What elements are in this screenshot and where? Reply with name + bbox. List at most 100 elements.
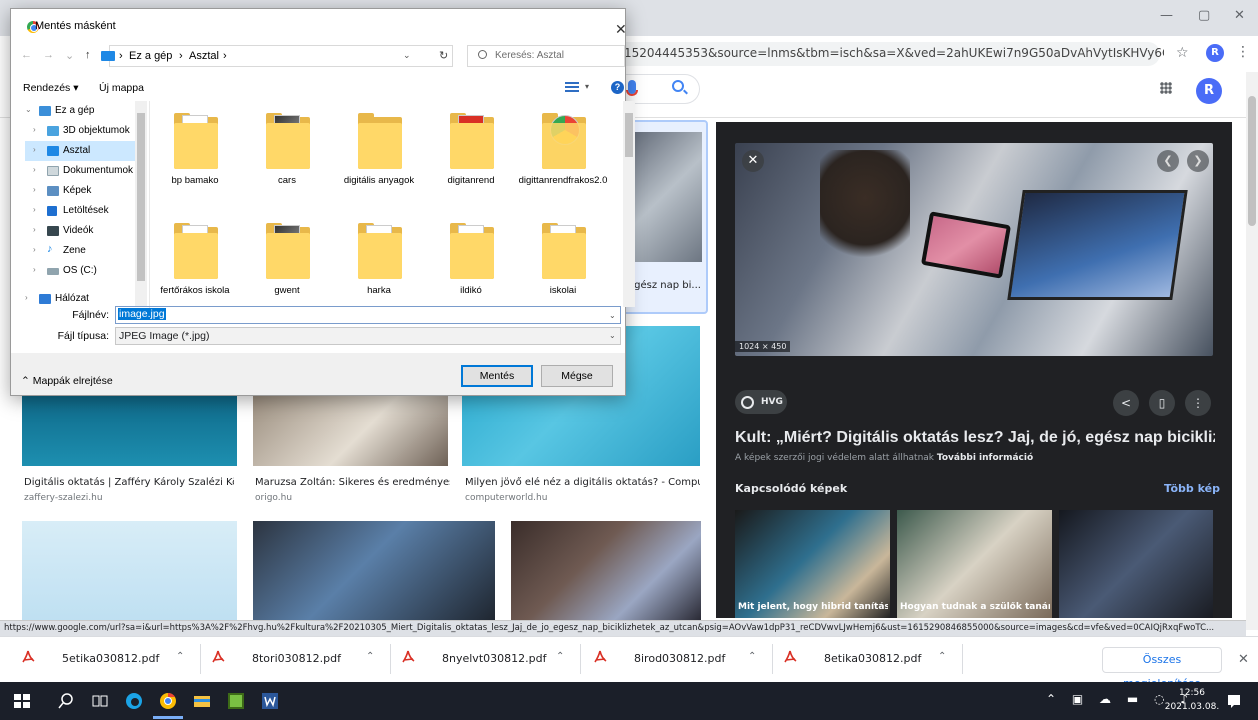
result-title[interactable]: Maruzsa Zoltán: Sikeres és eredményes... <box>255 477 450 488</box>
search-icon[interactable] <box>672 80 684 92</box>
folder-item[interactable]: fertőrákos iskola <box>150 215 240 309</box>
chevron-up-icon[interactable]: ⌃ <box>556 651 564 662</box>
chevron-down-icon[interactable]: ⌄ <box>25 105 32 114</box>
taskbar-clock[interactable]: 12:56 2021.03.08. <box>1160 686 1224 714</box>
view-options-icon[interactable] <box>565 82 579 92</box>
file-explorer-icon[interactable] <box>192 691 212 711</box>
related-caption[interactable]: Mit jelent, hogy hibrid tanításra ... <box>738 602 888 612</box>
chevron-right-icon[interactable]: › <box>33 245 36 254</box>
more-info-link[interactable]: További információ <box>937 453 1033 463</box>
bookmark-star-icon[interactable]: ☆ <box>1176 45 1189 61</box>
window-close-icon[interactable]: ✕ <box>1234 8 1245 23</box>
chevron-down-icon[interactable]: ⌄ <box>609 331 616 340</box>
nav-item-this-pc[interactable]: ⌄ Ez a gép <box>25 101 137 121</box>
chevron-down-icon[interactable]: ⌄ <box>609 311 616 320</box>
filetype-select[interactable]: JPEG Image (*.jpg) <box>115 327 621 345</box>
nav-item-pictures[interactable]: › Képek <box>25 181 137 201</box>
folder-item[interactable]: digitális anyagok <box>334 105 424 205</box>
save-button[interactable]: Mentés <box>461 365 533 387</box>
taskbar-search-icon[interactable] <box>56 691 76 711</box>
breadcrumb-this-pc[interactable]: Ez a gép <box>129 50 172 62</box>
result-thumbnail[interactable] <box>511 521 701 620</box>
history-chevron-icon[interactable]: ⌄ <box>65 49 74 62</box>
nav-item-downloads[interactable]: › Letöltések <box>25 201 137 221</box>
chevron-right-icon[interactable]: › <box>33 165 36 174</box>
windows-start-icon[interactable] <box>12 691 32 711</box>
result-title[interactable]: Milyen jövő elé néz a digitális oktatás?… <box>465 477 700 488</box>
close-icon[interactable]: ✕ <box>615 21 627 38</box>
chevron-right-icon[interactable]: › <box>33 225 36 234</box>
chevron-left-icon[interactable]: ❮ <box>1157 150 1179 172</box>
nav-item-desktop[interactable]: › Asztal <box>25 141 137 161</box>
folder-item[interactable]: ildikó <box>426 215 516 309</box>
close-downloads-icon[interactable]: ✕ <box>1238 652 1249 667</box>
file-list-scrollbar-thumb[interactable] <box>625 113 633 157</box>
filename-input[interactable]: image.jpg <box>115 306 621 324</box>
account-avatar[interactable]: R <box>1196 78 1222 104</box>
apps-grid-icon[interactable] <box>1160 82 1172 94</box>
folder-item[interactable]: gwent <box>242 215 332 309</box>
download-item[interactable]: 8irod030812.pdf ⌃ <box>594 650 764 670</box>
chevron-up-icon[interactable]: ⌃ <box>176 651 184 662</box>
nav-pane-scrollbar-thumb[interactable] <box>137 113 145 281</box>
result-thumbnail[interactable] <box>253 521 495 620</box>
chevron-right-icon[interactable]: ❯ <box>1187 150 1209 172</box>
profile-avatar[interactable]: R <box>1206 44 1224 62</box>
minimize-icon[interactable]: — <box>1160 8 1173 23</box>
maximize-icon[interactable]: ▢ <box>1198 8 1210 23</box>
chevron-right-icon[interactable]: › <box>33 185 36 194</box>
related-image[interactable] <box>1059 510 1213 618</box>
share-icon[interactable]: < <box>1113 390 1139 416</box>
result-thumbnail[interactable] <box>22 521 237 620</box>
folder-item[interactable]: cars <box>242 105 332 205</box>
close-icon[interactable]: ✕ <box>742 150 764 172</box>
related-caption[interactable]: Hogyan tudnak a szülők tanárr... <box>900 602 1050 612</box>
page-scrollbar-thumb[interactable] <box>1248 96 1256 226</box>
dreamweaver-icon[interactable] <box>226 691 246 711</box>
task-view-icon[interactable] <box>90 691 110 711</box>
show-all-downloads-button[interactable]: Összes megjelenítése <box>1102 647 1222 690</box>
folder-item[interactable]: digittanrendfrakos2.0 <box>518 105 608 205</box>
help-icon[interactable]: ? <box>611 81 624 94</box>
chevron-right-icon[interactable]: › <box>25 293 28 302</box>
result-thumbnail[interactable] <box>22 396 237 466</box>
edge-icon[interactable] <box>124 691 144 711</box>
back-arrow-icon[interactable]: ← <box>21 49 32 61</box>
folder-item[interactable]: harka <box>334 215 424 309</box>
breadcrumb-desktop[interactable]: Asztal <box>189 50 219 62</box>
download-item[interactable]: 8etika030812.pdf ⌃ <box>784 650 954 670</box>
chevron-up-icon[interactable]: ⌃ <box>748 651 756 662</box>
nav-item-os-drive[interactable]: › OS (C:) <box>25 261 137 281</box>
chevron-up-icon[interactable]: ⌃ <box>938 651 946 662</box>
chevron-right-icon[interactable]: › <box>33 205 36 214</box>
download-item[interactable]: 8nyelvt030812.pdf ⌃ <box>402 650 572 670</box>
download-item[interactable]: 8tori030812.pdf ⌃ <box>212 650 382 670</box>
download-item[interactable]: 5etika030812.pdf ⌃ <box>22 650 192 670</box>
more-vert-icon[interactable]: ⋮ <box>1185 390 1211 416</box>
bookmark-icon[interactable]: ▯ <box>1149 390 1175 416</box>
result-title[interactable]: Digitális oktatás | Zafféry Károly Szalé… <box>24 477 234 488</box>
nav-item-3d-objects[interactable]: › 3D objektumok <box>25 121 137 141</box>
folder-item[interactable]: bp bamako <box>150 105 240 205</box>
up-arrow-icon[interactable]: ↑ <box>85 49 91 61</box>
nav-item-videos[interactable]: › Videók <box>25 221 137 241</box>
forward-arrow-icon[interactable]: → <box>43 49 54 61</box>
chevron-up-icon[interactable]: ⌃ <box>366 651 374 662</box>
chevron-right-icon[interactable]: › <box>33 145 36 154</box>
nav-item-documents[interactable]: › Dokumentumok <box>25 161 137 181</box>
chevron-right-icon[interactable]: › <box>33 265 36 274</box>
menu-kebab-icon[interactable]: ⋮ <box>1236 44 1250 60</box>
view-dropdown-icon[interactable]: ▾ <box>585 82 589 91</box>
image-title[interactable]: Kult: „Miért? Digitális oktatás lesz? Ja… <box>735 429 1215 447</box>
chrome-icon[interactable] <box>158 691 178 711</box>
folder-item[interactable]: iskolai <box>518 215 608 309</box>
nav-item-music[interactable]: › ♪ Zene <box>25 241 137 261</box>
chevron-right-icon[interactable]: › <box>33 125 36 134</box>
notification-icon[interactable] <box>1226 693 1242 709</box>
location-dropdown-icon[interactable]: ⌄ <box>403 50 411 61</box>
result-thumbnail[interactable] <box>253 396 448 466</box>
refresh-icon[interactable]: ↻ <box>439 49 448 62</box>
more-images-link[interactable]: Több kép <box>1164 482 1220 495</box>
word-icon[interactable] <box>260 691 280 711</box>
new-folder-button[interactable]: Új mappa <box>99 82 144 94</box>
